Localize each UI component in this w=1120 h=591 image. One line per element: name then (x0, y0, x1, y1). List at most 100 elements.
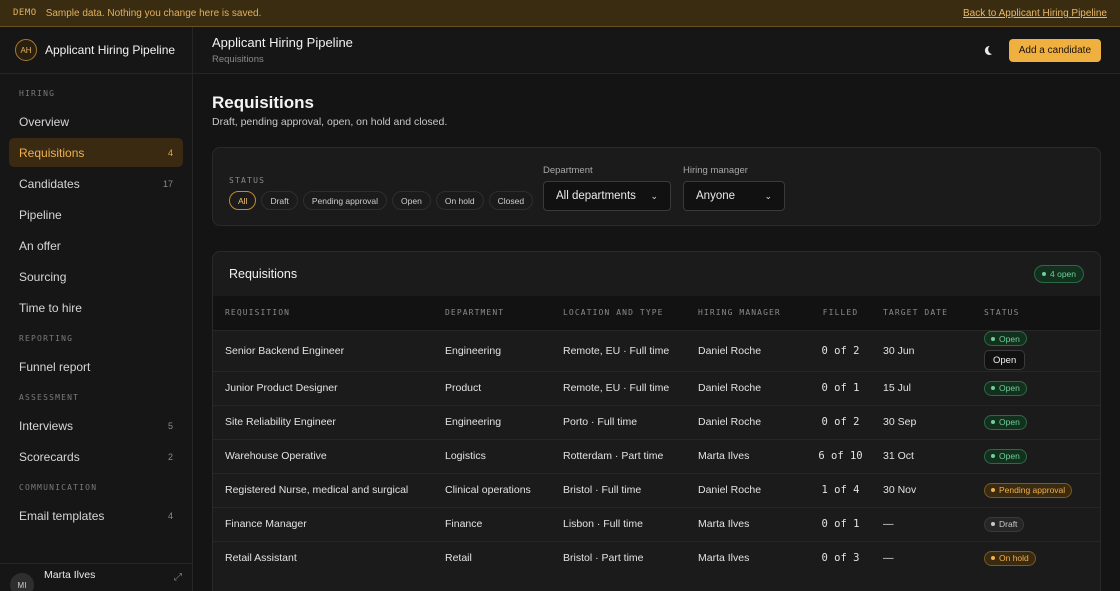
column-header: TARGET DATE (883, 308, 949, 318)
nav-heading: REPORTING (19, 334, 74, 343)
status-dot-icon (991, 454, 995, 458)
status-dot-icon (991, 336, 995, 341)
back-link[interactable]: Back to Applicant Hiring Pipeline (963, 8, 1107, 19)
location-cell: Remote, EU · Full time (563, 344, 670, 357)
sidebar-item-email-templates[interactable]: Email templates 4 (9, 501, 183, 530)
table-row[interactable]: Registered Nurse, medical and surgical Cl… (213, 473, 1100, 507)
user-menu-icon[interactable]: ⤢ (174, 572, 182, 583)
sidebar-item-pipeline[interactable]: Pipeline (9, 200, 183, 229)
sidebar-item-label: Overview (19, 114, 70, 129)
hiring-manager-cell: Marta Ilves (698, 552, 750, 565)
filled-cell: 0 of 3 (821, 552, 860, 565)
filled-cell: 6 of 10 (818, 450, 863, 462)
sidebar-item-requisitions[interactable]: Requisitions 4 (9, 138, 183, 167)
hiring-manager-cell: Daniel Roche (698, 344, 762, 357)
demo-banner: DEMO Sample data. Nothing you change her… (0, 0, 1120, 27)
table-row[interactable]: Site Reliability Engineer Engineering Port… (213, 405, 1100, 439)
department-value: All departments (556, 190, 636, 202)
target-date-cell: 30 Nov (883, 484, 917, 496)
nav-section: HIRING Overview Requisitions 4 Candidates 17 P… (0, 88, 192, 322)
sidebar-item-an-offer[interactable]: An offer (9, 231, 183, 260)
main-content: Requisitions Draft, pending approval, op… (212, 93, 1101, 591)
table-row[interactable]: Senior Backend Engineer Engineering Remote… (213, 330, 1100, 371)
status-badge: On hold (984, 550, 1036, 566)
table-row[interactable]: Retail Assistant Retail Bristol · Part tim… (213, 541, 1100, 575)
column-header: FILLED (822, 308, 859, 318)
table-row[interactable]: Junior Product Designer Product Remote, EU… (213, 371, 1100, 405)
topbar-title: Applicant Hiring Pipeline (212, 35, 353, 50)
target-date-cell: 30 Sep (883, 416, 917, 428)
sidebar-item-funnel-report[interactable]: Funnel report (9, 352, 183, 381)
status-dot-icon (991, 420, 995, 424)
location-cell: Lisbon · Full time (563, 518, 643, 530)
sidebar-item-scorecards[interactable]: Scorecards 2 (9, 442, 183, 471)
sidebar-item-label: Time to hire (19, 300, 82, 315)
status-dot-icon (991, 386, 995, 390)
status-filter-label: STATUS (229, 176, 266, 185)
department-select[interactable]: All departments ⌄ (543, 181, 671, 211)
nav-section: REPORTING Funnel report (0, 333, 192, 381)
table-header-row: REQUISITION DEPARTMENT LOCATION AND TYPE HI… (213, 296, 1100, 330)
sidebar-item-label: Pipeline (19, 207, 62, 222)
sidebar-item-count: 4 (167, 147, 173, 158)
sidebar-item-label: Interviews (19, 418, 74, 433)
sidebar-item-count: 17 (162, 178, 173, 189)
table-row[interactable]: Warehouse Operative Logistics Rotterdam · … (213, 439, 1100, 473)
requisition-cell: Finance Manager (225, 518, 307, 530)
status-label: Draft (999, 519, 1018, 529)
sidebar-item-count: 4 (167, 510, 173, 521)
table-row[interactable]: Finance Manager Finance Lisbon · Full time… (213, 507, 1100, 541)
department-cell: Engineering (445, 344, 502, 357)
sidebar-item-interviews[interactable]: Interviews 5 (9, 411, 183, 440)
location-cell: Bristol · Full time (563, 484, 642, 496)
requisitions-table: REQUISITION DEPARTMENT LOCATION AND TYPE HI… (213, 296, 1100, 575)
hiring-manager-select[interactable]: Anyone ⌄ (683, 181, 785, 211)
filters-panel: STATUS All Draft Pending approval Open On ho… (212, 147, 1101, 226)
sidebar-item-time-to-hire[interactable]: Time to hire (9, 293, 183, 322)
column-header: LOCATION AND TYPE (563, 308, 664, 318)
status-chip-draft[interactable]: Draft (261, 191, 298, 210)
status-cell: Open Open (984, 330, 1100, 371)
department-cell: Retail (445, 552, 472, 565)
status-chip-open[interactable]: Open (392, 191, 431, 210)
card-header: Requisitions 4 open (213, 252, 1100, 296)
topbar: Applicant Hiring Pipeline Requisitions A… (193, 27, 1120, 74)
location-cell: Bristol · Part time (563, 552, 644, 565)
sidebar-item-sourcing[interactable]: Sourcing (9, 262, 183, 291)
status-chip-pending-approval[interactable]: Pending approval (302, 191, 388, 210)
theme-toggle-moon-icon[interactable] (976, 39, 998, 61)
chevron-down-icon: ⌄ (764, 190, 772, 201)
sidebar-item-count: 5 (167, 420, 173, 431)
user-name: Marta Ilves (44, 569, 96, 581)
department-label: Department (543, 165, 593, 176)
status-chip-on-hold[interactable]: On hold (435, 191, 484, 210)
requisition-cell: Registered Nurse, medical and surgical (225, 484, 409, 496)
hiring-manager-label: Hiring manager (683, 165, 748, 176)
department-cell: Finance (445, 518, 483, 530)
department-cell: Logistics (445, 450, 486, 462)
add-candidate-button[interactable]: Add a candidate (1008, 39, 1101, 62)
status-cell: Pending approval (984, 473, 1100, 507)
target-date-cell: 15 Jul (883, 382, 912, 394)
nav-heading: ASSESSMENT (19, 393, 80, 402)
brand[interactable]: AH Applicant Hiring Pipeline (0, 27, 192, 74)
status-chip-all[interactable]: All (229, 191, 257, 210)
sidebar-item-label: Email templates (19, 508, 105, 523)
filled-cell: 1 of 4 (821, 484, 860, 496)
sidebar-item-label: Scorecards (19, 449, 80, 464)
requisitions-table-card: Requisitions 4 open REQUISITION DEPARTMEN… (212, 251, 1101, 591)
status-badge: Draft (984, 516, 1025, 532)
status-chips: All Draft Pending approval Open On hold Close… (229, 191, 534, 210)
status-chip-closed[interactable]: Closed (488, 191, 534, 210)
requisition-cell: Site Reliability Engineer (225, 416, 336, 428)
sidebar-item-candidates[interactable]: Candidates 17 (9, 169, 183, 198)
sidebar-user[interactable]: MI Marta Ilves ⤢ (0, 563, 192, 591)
sidebar-item-label: Requisitions (19, 145, 85, 160)
requisition-cell: Junior Product Designer (225, 382, 338, 394)
target-date-cell: 30 Jun (883, 344, 915, 357)
status-cell: Open (984, 371, 1100, 405)
sidebar-nav: HIRING Overview Requisitions 4 Candidates 17 P… (0, 88, 192, 530)
hiring-manager-cell: Marta Ilves (698, 518, 750, 530)
status-badge: Open (984, 448, 1027, 464)
sidebar-item-overview[interactable]: Overview (9, 107, 183, 136)
